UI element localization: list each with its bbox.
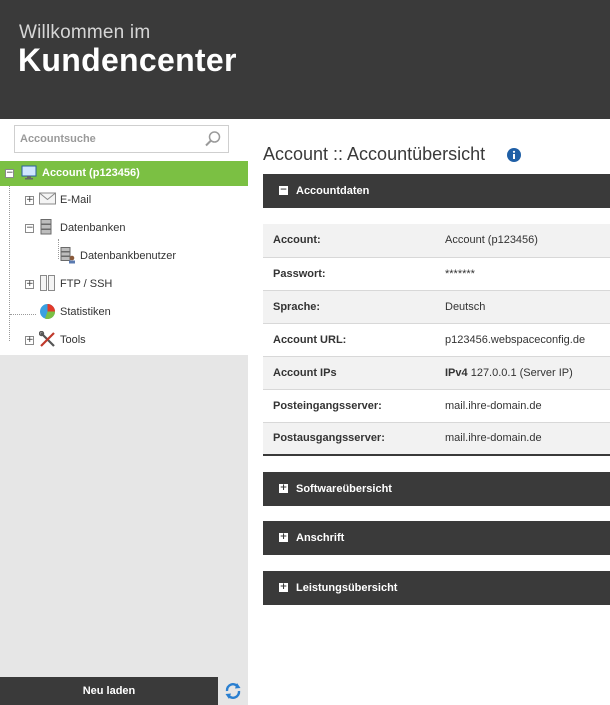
account-search-input[interactable] xyxy=(15,126,195,152)
panel-software-header[interactable]: + Softwareübersicht xyxy=(263,472,610,506)
account-data-table: Account: Account (p123456) Passwort: ***… xyxy=(263,224,610,456)
collapse-icon[interactable]: − xyxy=(5,169,14,178)
row-key: Sprache: xyxy=(263,290,445,324)
panel-title: Softwareübersicht xyxy=(296,483,392,495)
ip-address: 127.0.0.1 (Server IP) xyxy=(470,366,573,379)
panel-anschrift-header[interactable]: + Anschrift xyxy=(263,521,610,555)
row-value: mail.ihre-domain.de xyxy=(445,422,610,456)
mail-icon xyxy=(39,192,56,205)
tree-item-label: Tools xyxy=(60,334,86,346)
table-row: Account IPs IPv4 127.0.0.1 (Server IP) xyxy=(263,356,610,390)
tree-item-label: FTP / SSH xyxy=(60,278,113,290)
info-icon[interactable] xyxy=(507,148,521,162)
tree-item-tools[interactable]: + Tools xyxy=(0,331,248,351)
row-key: Account URL: xyxy=(263,323,445,357)
row-value: Deutsch xyxy=(445,290,610,324)
row-key: Passwort: xyxy=(263,257,445,291)
table-row: Account URL: p123456.webspaceconfig.de xyxy=(263,323,610,357)
tree-item-email[interactable]: + E-Mail xyxy=(0,191,248,211)
tree-item-datenbankbenutzer[interactable]: Datenbankbenutzer xyxy=(0,247,248,267)
row-key: Postausgangsserver: xyxy=(263,422,445,456)
database-icon xyxy=(40,219,52,235)
panel-title: Anschrift xyxy=(296,532,345,544)
search-icon[interactable] xyxy=(204,130,222,148)
tree-item-label: Statistiken xyxy=(60,306,111,318)
expand-icon[interactable]: + xyxy=(25,336,34,345)
expand-icon[interactable]: + xyxy=(279,484,288,493)
ftp-icon xyxy=(40,275,55,291)
row-value: mail.ihre-domain.de xyxy=(445,389,610,423)
row-key: Account IPs xyxy=(263,356,445,390)
table-row: Posteingangsserver: mail.ihre-domain.de xyxy=(263,389,610,423)
row-value: p123456.webspaceconfig.de xyxy=(445,323,610,357)
row-value: Account (p123456) xyxy=(445,224,610,258)
tree-item-datenbanken[interactable]: − Datenbanken xyxy=(0,219,248,239)
collapse-icon[interactable]: − xyxy=(25,224,34,233)
sidebar: − Account (p123456) + E-Mail − Datenbank… xyxy=(0,119,248,705)
pie-chart-icon xyxy=(40,304,56,320)
reload-button[interactable]: Neu laden xyxy=(0,677,218,705)
monitor-icon xyxy=(21,165,37,180)
row-value: ******* xyxy=(445,257,610,291)
table-row: Passwort: ******* xyxy=(263,257,610,291)
tree-item-label: E-Mail xyxy=(60,194,92,206)
header-title: Kundencenter xyxy=(18,42,237,78)
ip-version-label: IPv4 xyxy=(445,366,468,379)
tree-item-ftp-ssh[interactable]: + FTP / SSH xyxy=(0,275,248,295)
app-header: Willkommen im Kundencenter xyxy=(0,0,610,119)
expand-icon[interactable]: + xyxy=(25,280,34,289)
tree-item-label: Datenbankbenutzer xyxy=(80,250,177,262)
header-subtitle: Willkommen im xyxy=(19,22,151,43)
tree-item-label: Datenbanken xyxy=(60,222,126,234)
tree-item-account[interactable]: − Account (p123456) xyxy=(0,161,248,186)
table-row: Account: Account (p123456) xyxy=(263,224,610,258)
table-row: Postausgangsserver: mail.ihre-domain.de xyxy=(263,422,610,456)
refresh-icon[interactable] xyxy=(224,682,242,700)
collapse-icon[interactable]: − xyxy=(279,186,288,195)
row-key: Posteingangsserver: xyxy=(263,389,445,423)
database-user-icon xyxy=(60,247,75,264)
tree-item-statistiken[interactable]: Statistiken xyxy=(0,303,248,323)
tools-icon xyxy=(39,331,55,347)
expand-icon[interactable]: + xyxy=(279,533,288,542)
panel-accountdaten-header[interactable]: − Accountdaten xyxy=(263,174,610,208)
table-row: Sprache: Deutsch xyxy=(263,290,610,324)
page-title: Account :: Accountübersicht xyxy=(263,144,486,164)
tree-root-label: Account (p123456) xyxy=(42,167,140,179)
panel-title: Leistungsübersicht xyxy=(296,582,398,594)
expand-icon[interactable]: + xyxy=(25,196,34,205)
row-key: Account: xyxy=(263,224,445,258)
account-search xyxy=(14,125,229,153)
panel-title: Accountdaten xyxy=(296,185,370,197)
panel-leistung-header[interactable]: + Leistungsübersicht xyxy=(263,571,610,605)
expand-icon[interactable]: + xyxy=(279,583,288,592)
row-value-ips: IPv4 127.0.0.1 (Server IP) xyxy=(445,356,610,390)
